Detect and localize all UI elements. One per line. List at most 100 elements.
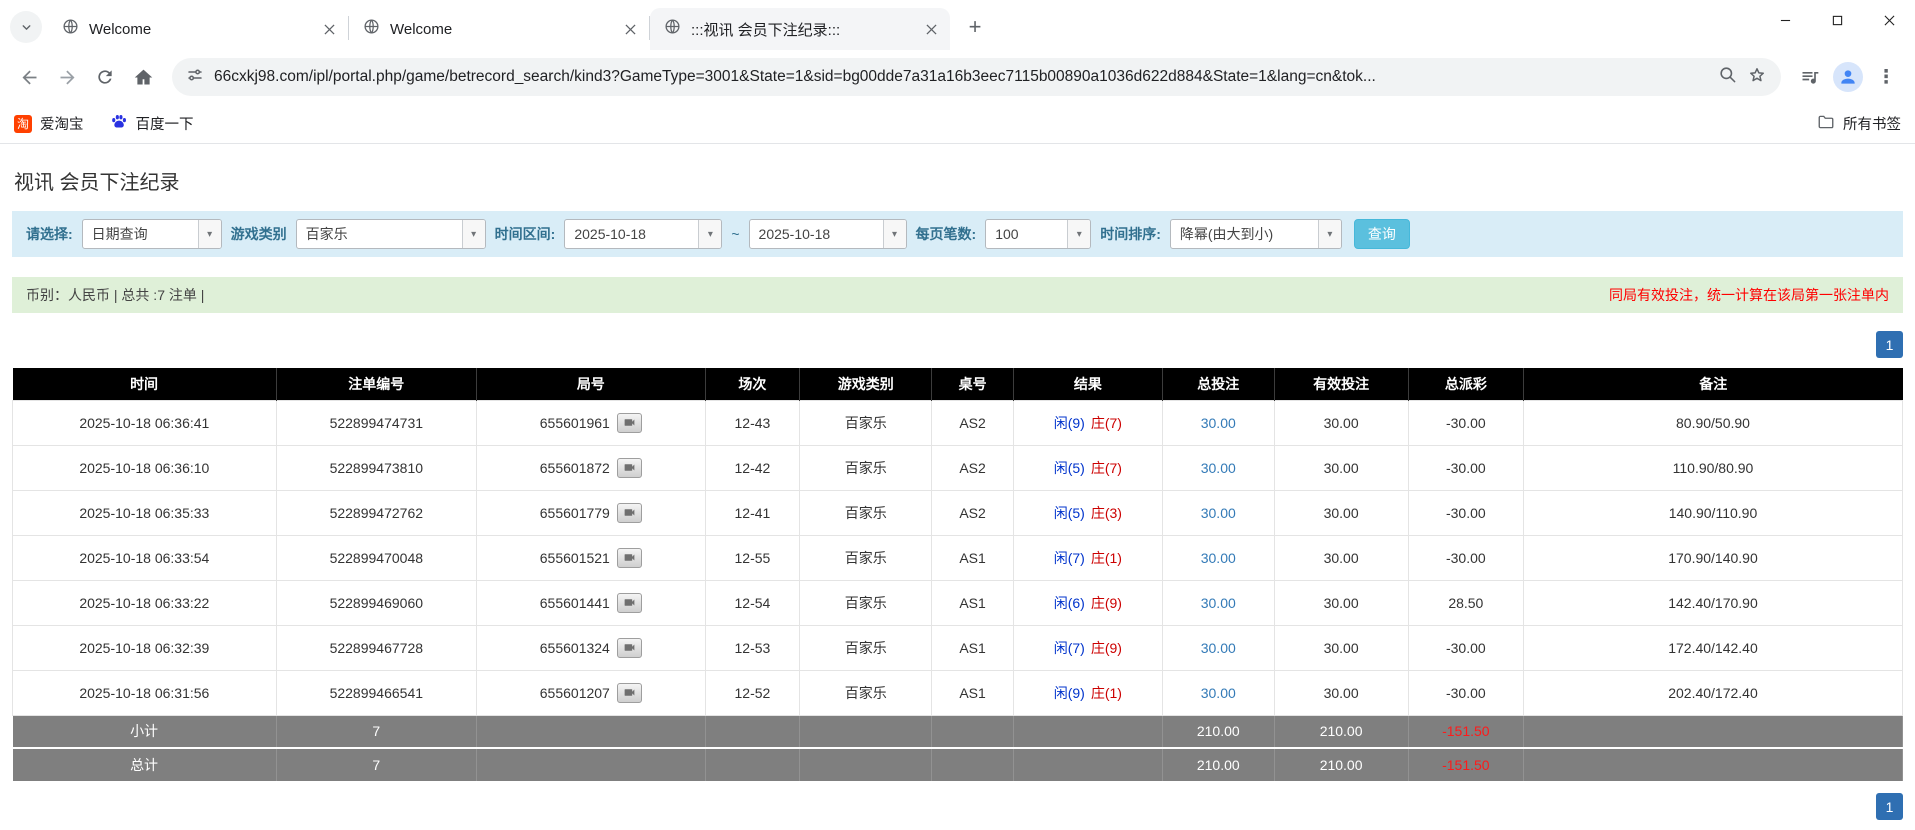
tab-close-icon[interactable] — [920, 18, 942, 40]
subtotal-count: 7 — [276, 715, 476, 748]
cell-result: 闲(9)庄(7) — [1013, 400, 1162, 445]
cell-bet-id: 522899469060 — [276, 580, 476, 625]
video-replay-icon[interactable] — [617, 593, 642, 613]
total-bet-link[interactable]: 30.00 — [1201, 505, 1236, 521]
all-bookmarks-button[interactable]: 所有书签 — [1817, 113, 1901, 135]
minimize-icon[interactable] — [1759, 0, 1811, 40]
cell-round: 655601324 — [476, 625, 705, 670]
cell-payout: -30.00 — [1408, 535, 1523, 580]
round-number: 655601961 — [540, 415, 610, 431]
tab-title: Welcome — [390, 21, 609, 38]
cell-valid-bet: 30.00 — [1274, 490, 1408, 535]
tab-welcome-1[interactable]: Welcome — [48, 8, 348, 50]
cell-bet-id: 522899470048 — [276, 535, 476, 580]
total-payout: -151.50 — [1408, 748, 1523, 781]
page-size-select[interactable]: 100 ▾ — [985, 219, 1091, 249]
video-replay-icon[interactable] — [617, 458, 642, 478]
game-type-select[interactable]: 百家乐 ▾ — [296, 219, 486, 249]
cell-note: 80.90/50.90 — [1523, 400, 1902, 445]
col-header-table-no: 桌号 — [932, 368, 1013, 400]
cell-note: 202.40/172.40 — [1523, 670, 1902, 715]
total-bet-link[interactable]: 30.00 — [1201, 460, 1236, 476]
cell-result: 闲(7)庄(1) — [1013, 535, 1162, 580]
tab-strip: Welcome Welcome :::视讯 会员下注纪录::: — [0, 0, 1915, 50]
cell-round: 655601961 — [476, 400, 705, 445]
subtotal-note — [1523, 715, 1902, 748]
globe-favicon-icon — [664, 18, 681, 40]
url-text[interactable]: 66cxkj98.com/ipl/portal.php/game/betreco… — [214, 68, 1708, 86]
video-replay-icon[interactable] — [617, 683, 642, 703]
page-content: 视讯 会员下注纪录 请选择: 日期查询 ▾ 游戏类别 百家乐 ▾ 时间区间: 2… — [0, 166, 1915, 820]
grand-total-row: 总计 7 210.00 210.00 -151.50 — [13, 748, 1903, 781]
close-icon[interactable] — [1863, 0, 1915, 40]
sort-order-value: 降幂(由大到小) — [1171, 224, 1318, 244]
search-button[interactable]: 查询 — [1354, 219, 1410, 249]
sort-order-select[interactable]: 降幂(由大到小) ▾ — [1170, 219, 1342, 249]
new-tab-icon[interactable]: + — [958, 10, 992, 44]
tab-bet-records[interactable]: :::视讯 会员下注纪录::: — [650, 8, 950, 50]
date-from-select[interactable]: 2025-10-18 ▾ — [564, 219, 722, 249]
col-header-bet-id: 注单编号 — [276, 368, 476, 400]
menu-kebab-icon[interactable]: ⋮ — [1867, 58, 1905, 96]
home-icon[interactable] — [124, 58, 162, 96]
back-icon[interactable] — [10, 58, 48, 96]
col-header-game-type: 游戏类别 — [800, 368, 932, 400]
bookmark-baidu[interactable]: 百度一下 — [110, 113, 194, 135]
cell-result: 闲(5)庄(7) — [1013, 445, 1162, 490]
taobao-favicon-icon: 淘 — [14, 115, 32, 133]
chevron-down-icon: ▾ — [883, 220, 906, 248]
cell-time: 2025-10-18 06:36:41 — [13, 400, 277, 445]
subtotal-payout: -151.50 — [1408, 715, 1523, 748]
cell-payout: -30.00 — [1408, 625, 1523, 670]
media-controls-icon[interactable] — [1791, 58, 1829, 96]
cell-total-bet: 30.00 — [1163, 670, 1275, 715]
tab-close-icon[interactable] — [619, 18, 641, 40]
forward-icon[interactable] — [48, 58, 86, 96]
cell-payout: -30.00 — [1408, 400, 1523, 445]
site-info-icon[interactable] — [186, 66, 204, 89]
total-bet-link[interactable]: 30.00 — [1201, 685, 1236, 701]
video-replay-icon[interactable] — [617, 548, 642, 568]
table-row: 2025-10-18 06:35:33 522899472762 6556017… — [13, 490, 1903, 535]
reload-icon[interactable] — [86, 58, 124, 96]
bookmark-star-icon[interactable] — [1747, 65, 1767, 90]
cell-result: 闲(6)庄(9) — [1013, 580, 1162, 625]
total-bet-link[interactable]: 30.00 — [1201, 550, 1236, 566]
total-bet-link[interactable]: 30.00 — [1201, 640, 1236, 656]
address-bar[interactable]: 66cxkj98.com/ipl/portal.php/game/betreco… — [172, 58, 1781, 96]
video-replay-icon[interactable] — [617, 638, 642, 658]
round-number: 655601872 — [540, 460, 610, 476]
page-number-button[interactable]: 1 — [1876, 331, 1903, 358]
date-to-value: 2025-10-18 — [750, 226, 883, 242]
col-header-total-bet: 总投注 — [1163, 368, 1275, 400]
chevron-down-icon: ▾ — [1318, 220, 1341, 248]
cell-note: 170.90/140.90 — [1523, 535, 1902, 580]
cell-time: 2025-10-18 06:35:33 — [13, 490, 277, 535]
cell-table-no: AS1 — [932, 670, 1013, 715]
table-header-row: 时间 注单编号 局号 场次 游戏类别 桌号 结果 总投注 有效投注 总派彩 备注 — [13, 368, 1903, 400]
query-mode-select[interactable]: 日期查询 ▾ — [82, 219, 222, 249]
filter-bar: 请选择: 日期查询 ▾ 游戏类别 百家乐 ▾ 时间区间: 2025-10-18 … — [12, 211, 1903, 257]
maximize-icon[interactable] — [1811, 0, 1863, 40]
page-title: 视讯 会员下注纪录 — [14, 166, 1901, 195]
cell-note: 142.40/170.90 — [1523, 580, 1902, 625]
tab-title: Welcome — [89, 21, 308, 38]
bookmark-aitaobao[interactable]: 淘 爱淘宝 — [14, 113, 84, 134]
query-mode-label: 请选择: — [26, 224, 73, 244]
tab-search-icon[interactable] — [10, 11, 42, 43]
total-bet-link[interactable]: 30.00 — [1201, 595, 1236, 611]
video-replay-icon[interactable] — [617, 413, 642, 433]
profile-avatar[interactable] — [1833, 62, 1863, 92]
tab-welcome-2[interactable]: Welcome — [349, 8, 649, 50]
cell-valid-bet: 30.00 — [1274, 400, 1408, 445]
page-number-button[interactable]: 1 — [1876, 793, 1903, 820]
result-player: 闲(5) — [1054, 505, 1085, 521]
total-bet-link[interactable]: 30.00 — [1201, 415, 1236, 431]
table-row: 2025-10-18 06:36:41 522899474731 6556019… — [13, 400, 1903, 445]
result-player: 闲(6) — [1054, 595, 1085, 611]
tab-close-icon[interactable] — [318, 18, 340, 40]
video-replay-icon[interactable] — [617, 503, 642, 523]
date-to-select[interactable]: 2025-10-18 ▾ — [749, 219, 907, 249]
sort-order-label: 时间排序: — [1100, 224, 1161, 244]
zoom-icon[interactable] — [1718, 65, 1737, 89]
